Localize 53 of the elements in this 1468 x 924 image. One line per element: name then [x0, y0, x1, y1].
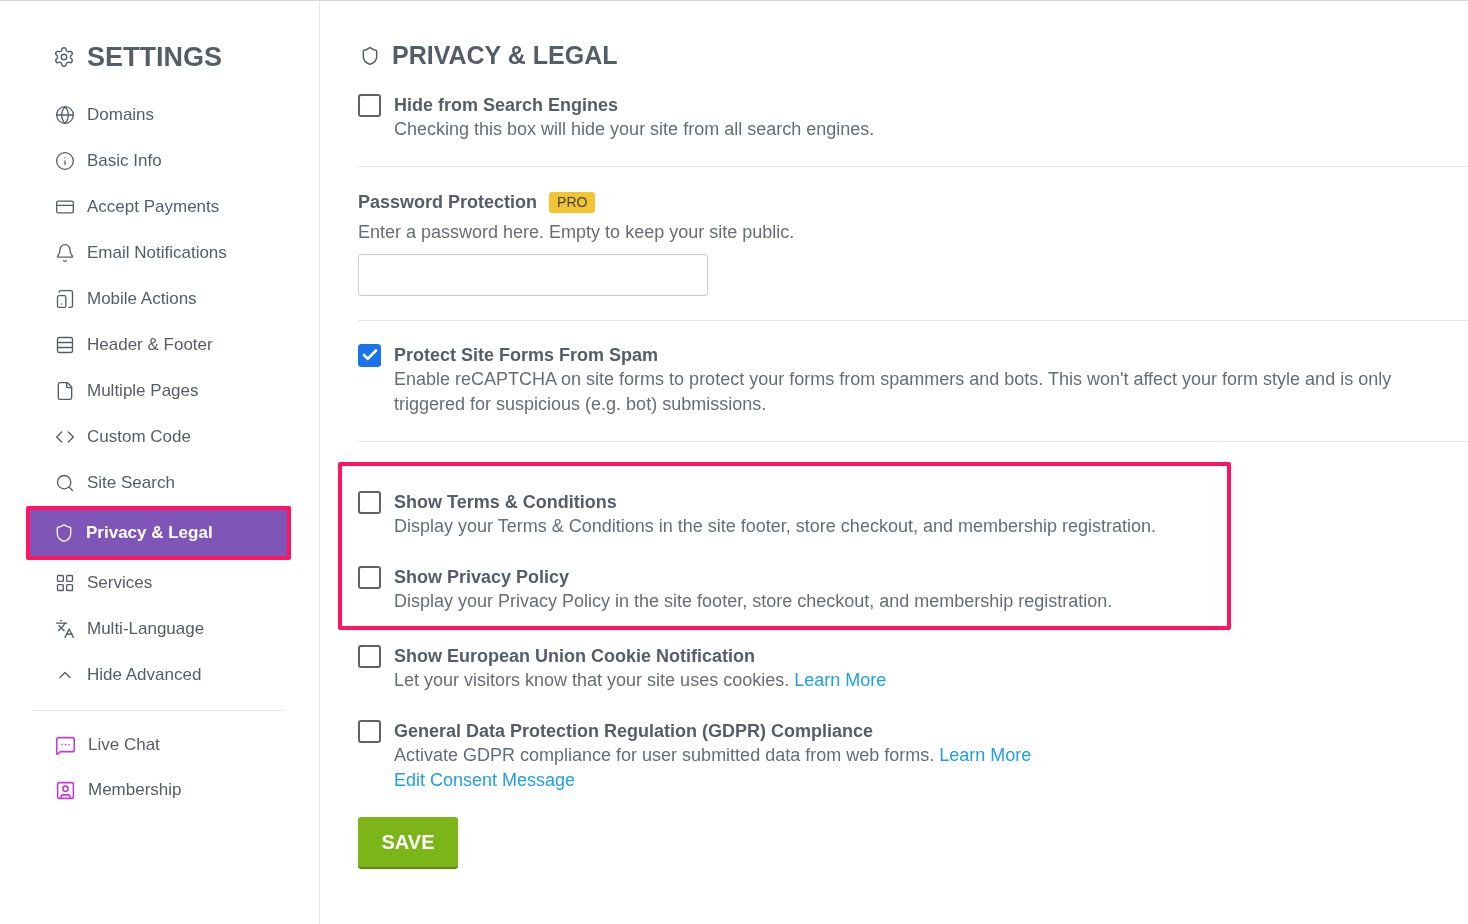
option-description: Enter a password here. Empty to keep your site public. — [358, 220, 796, 244]
option-description: Enable reCAPTCHA on site forms to protect your forms from spammers and bots. This won't affect your form style and is only triggered for suspicious (e.g. bot) submissions. — [394, 367, 1393, 416]
password-field[interactable] — [358, 253, 708, 296]
sidebar-item[interactable]: Domains — [33, 91, 283, 138]
checkbox[interactable] — [358, 719, 381, 743]
pro-badge: PRO — [549, 191, 596, 213]
sidebar-item[interactable]: Membership — [33, 767, 319, 813]
info-icon — [55, 150, 75, 171]
search-icon — [55, 472, 75, 493]
sidebar-item[interactable]: Multiple Pages — [33, 367, 283, 414]
option-title: Show European Union Cookie Notification — [394, 644, 756, 668]
sidebar-item[interactable]: Privacy & Legal — [30, 509, 287, 556]
sidebar-item[interactable]: Accept Payments — [33, 183, 283, 230]
option-title: Password Protection — [358, 190, 538, 214]
sidebar-item[interactable]: Hide Advanced — [33, 651, 283, 698]
checkbox[interactable] — [358, 565, 381, 589]
shield-icon — [54, 522, 74, 543]
sidebar-item[interactable]: Live Chat — [33, 722, 319, 768]
sidebar-item[interactable]: Email Notifications — [33, 229, 283, 276]
option-title: General Data Protection Regulation (GDPR) Compliance — [394, 719, 875, 743]
checkbox[interactable] — [358, 490, 381, 514]
option-description: Activate GDPR compliance for user submitted data from web forms. Learn More — [394, 743, 1033, 767]
checkbox[interactable] — [358, 644, 381, 668]
member-icon — [55, 779, 76, 801]
grid-icon — [55, 572, 75, 593]
globe-icon — [55, 104, 75, 125]
page-title: PRIVACY & LEGAL — [392, 40, 618, 71]
checkbox[interactable] — [358, 343, 381, 367]
checkbox[interactable] — [358, 93, 381, 117]
option-description: Display your Terms & Conditions in the site footer, store checkout, and membership registration. — [394, 514, 1158, 538]
option-description: Display your Privacy Policy in the site footer, store checkout, and membership registration. — [394, 589, 1114, 613]
option-title: Hide from Search Engines — [394, 93, 620, 117]
sidebar-item[interactable]: Mobile Actions — [33, 275, 283, 322]
option-description: Let your visitors know that your site uses cookies. Learn More — [394, 668, 888, 692]
shield-icon — [360, 45, 380, 66]
tablet-icon — [55, 288, 75, 309]
language-icon — [55, 618, 75, 639]
sidebar-item[interactable]: Header & Footer — [33, 321, 283, 368]
sidebar-item[interactable]: Multi-Language — [33, 605, 283, 652]
settings-icon — [53, 46, 75, 69]
sidebar-title: SETTINGS — [87, 41, 222, 74]
sidebar-item[interactable]: Basic Info — [33, 137, 283, 184]
bell-icon — [55, 242, 75, 263]
option-title: Show Terms & Conditions — [394, 490, 618, 514]
option-title: Show Privacy Policy — [394, 565, 571, 589]
option-description: Checking this box will hide your site from all search engines. — [394, 117, 876, 141]
chat-icon — [55, 734, 76, 756]
layout-icon — [55, 334, 75, 355]
sidebar-item[interactable]: Services — [33, 559, 283, 606]
sidebar-item[interactable]: Custom Code — [33, 413, 283, 460]
option-title: Protect Site Forms From Spam — [394, 343, 660, 367]
sidebar-item[interactable]: Site Search — [33, 459, 283, 506]
page-icon — [55, 380, 75, 401]
